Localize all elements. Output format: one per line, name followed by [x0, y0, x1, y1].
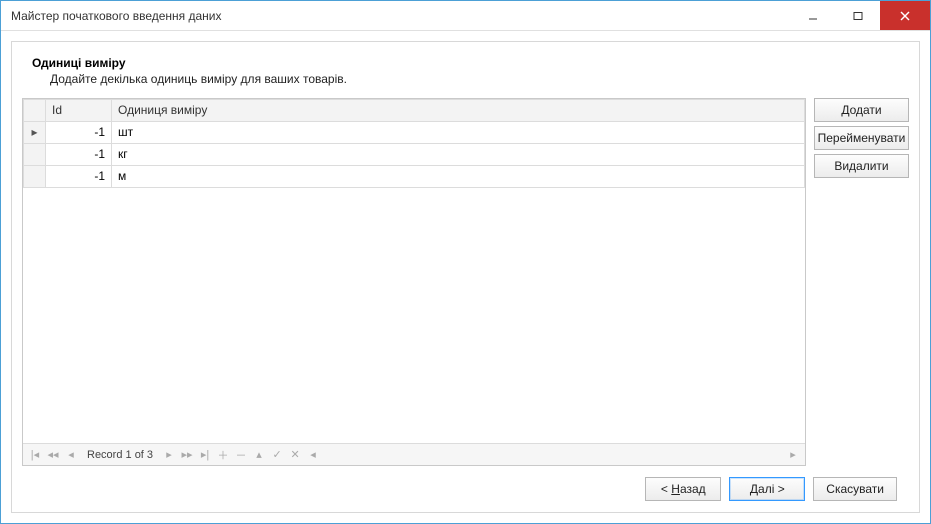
- row-indicator[interactable]: [24, 166, 46, 188]
- cell-id[interactable]: -1: [46, 166, 112, 188]
- content-area: Одиниці виміру Додайте декілька одиниць …: [1, 31, 930, 523]
- back-rest: азад: [680, 482, 706, 496]
- wizard-panel: Одиниці виміру Додайте декілька одиниць …: [11, 41, 920, 513]
- column-header-id[interactable]: Id: [46, 100, 112, 122]
- cell-unit[interactable]: шт: [112, 122, 805, 144]
- nav-edit-icon[interactable]: ▴: [251, 448, 267, 461]
- units-grid[interactable]: Id Одиниця виміру ▸ -1 шт: [22, 98, 806, 466]
- nav-cancel-icon[interactable]: ✕: [287, 448, 303, 461]
- cell-id[interactable]: -1: [46, 122, 112, 144]
- back-mnemonic: Н: [671, 482, 680, 496]
- cancel-button[interactable]: Скасувати: [813, 477, 897, 501]
- nav-delete-icon[interactable]: －: [233, 447, 249, 463]
- row-selector-header[interactable]: [24, 100, 46, 122]
- nav-first-icon[interactable]: |◂: [27, 448, 43, 461]
- nav-nextpage-icon[interactable]: ▸▸: [179, 448, 195, 461]
- window-buttons: [790, 1, 930, 30]
- close-button[interactable]: [880, 1, 930, 30]
- column-header-unit[interactable]: Одиниця виміру: [112, 100, 805, 122]
- nav-prev-icon[interactable]: ◂: [63, 448, 79, 461]
- next-gt: >: [778, 482, 785, 496]
- cell-id[interactable]: -1: [46, 144, 112, 166]
- minimize-button[interactable]: [790, 1, 835, 30]
- nav-scroll-left-icon[interactable]: ◂: [305, 448, 321, 461]
- nav-next-icon[interactable]: ▸: [161, 448, 177, 461]
- table-row[interactable]: -1 кг: [24, 144, 805, 166]
- page-subheading: Додайте декілька одиниць виміру для ваши…: [50, 72, 909, 86]
- title-bar: Майстер початкового введення даних: [1, 1, 930, 31]
- table-row[interactable]: ▸ -1 шт: [24, 122, 805, 144]
- window-title: Майстер початкового введення даних: [1, 9, 790, 23]
- table-row[interactable]: -1 м: [24, 166, 805, 188]
- page-heading: Одиниці виміру: [32, 56, 909, 70]
- cell-unit[interactable]: кг: [112, 144, 805, 166]
- units-table: Id Одиниця виміру ▸ -1 шт: [23, 99, 805, 188]
- grid-viewport[interactable]: Id Одиниця виміру ▸ -1 шт: [23, 99, 805, 443]
- row-indicator-icon[interactable]: ▸: [24, 122, 46, 144]
- nav-accept-icon[interactable]: ✓: [269, 448, 285, 461]
- side-buttons: Додати Перейменувати Видалити: [814, 98, 909, 466]
- next-button[interactable]: Далі >: [729, 477, 805, 501]
- nav-record-text: Record 1 of 3: [81, 449, 159, 461]
- record-navigator: |◂ ◂◂ ◂ Record 1 of 3 ▸ ▸▸ ▸| ＋ － ▴ ✓ ✕ …: [23, 443, 805, 465]
- row-indicator[interactable]: [24, 144, 46, 166]
- back-lt: <: [661, 482, 668, 496]
- wizard-window: Майстер початкового введення даних Одини…: [0, 0, 931, 524]
- delete-button[interactable]: Видалити: [814, 154, 909, 178]
- rename-button[interactable]: Перейменувати: [814, 126, 909, 150]
- next-rest: алі: [758, 482, 774, 496]
- maximize-button[interactable]: [835, 1, 880, 30]
- nav-prevpage-icon[interactable]: ◂◂: [45, 448, 61, 461]
- nav-add-icon[interactable]: ＋: [215, 447, 231, 463]
- wizard-footer: < Назад Далі > Скасувати: [22, 466, 909, 512]
- cell-unit[interactable]: м: [112, 166, 805, 188]
- next-mnemonic: Д: [750, 482, 758, 496]
- nav-scroll-right-icon[interactable]: ▸: [785, 448, 801, 461]
- body-row: Id Одиниця виміру ▸ -1 шт: [22, 98, 909, 466]
- back-button[interactable]: < Назад: [645, 477, 721, 501]
- nav-last-icon[interactable]: ▸|: [197, 448, 213, 461]
- add-button[interactable]: Додати: [814, 98, 909, 122]
- header-row: Id Одиниця виміру: [24, 100, 805, 122]
